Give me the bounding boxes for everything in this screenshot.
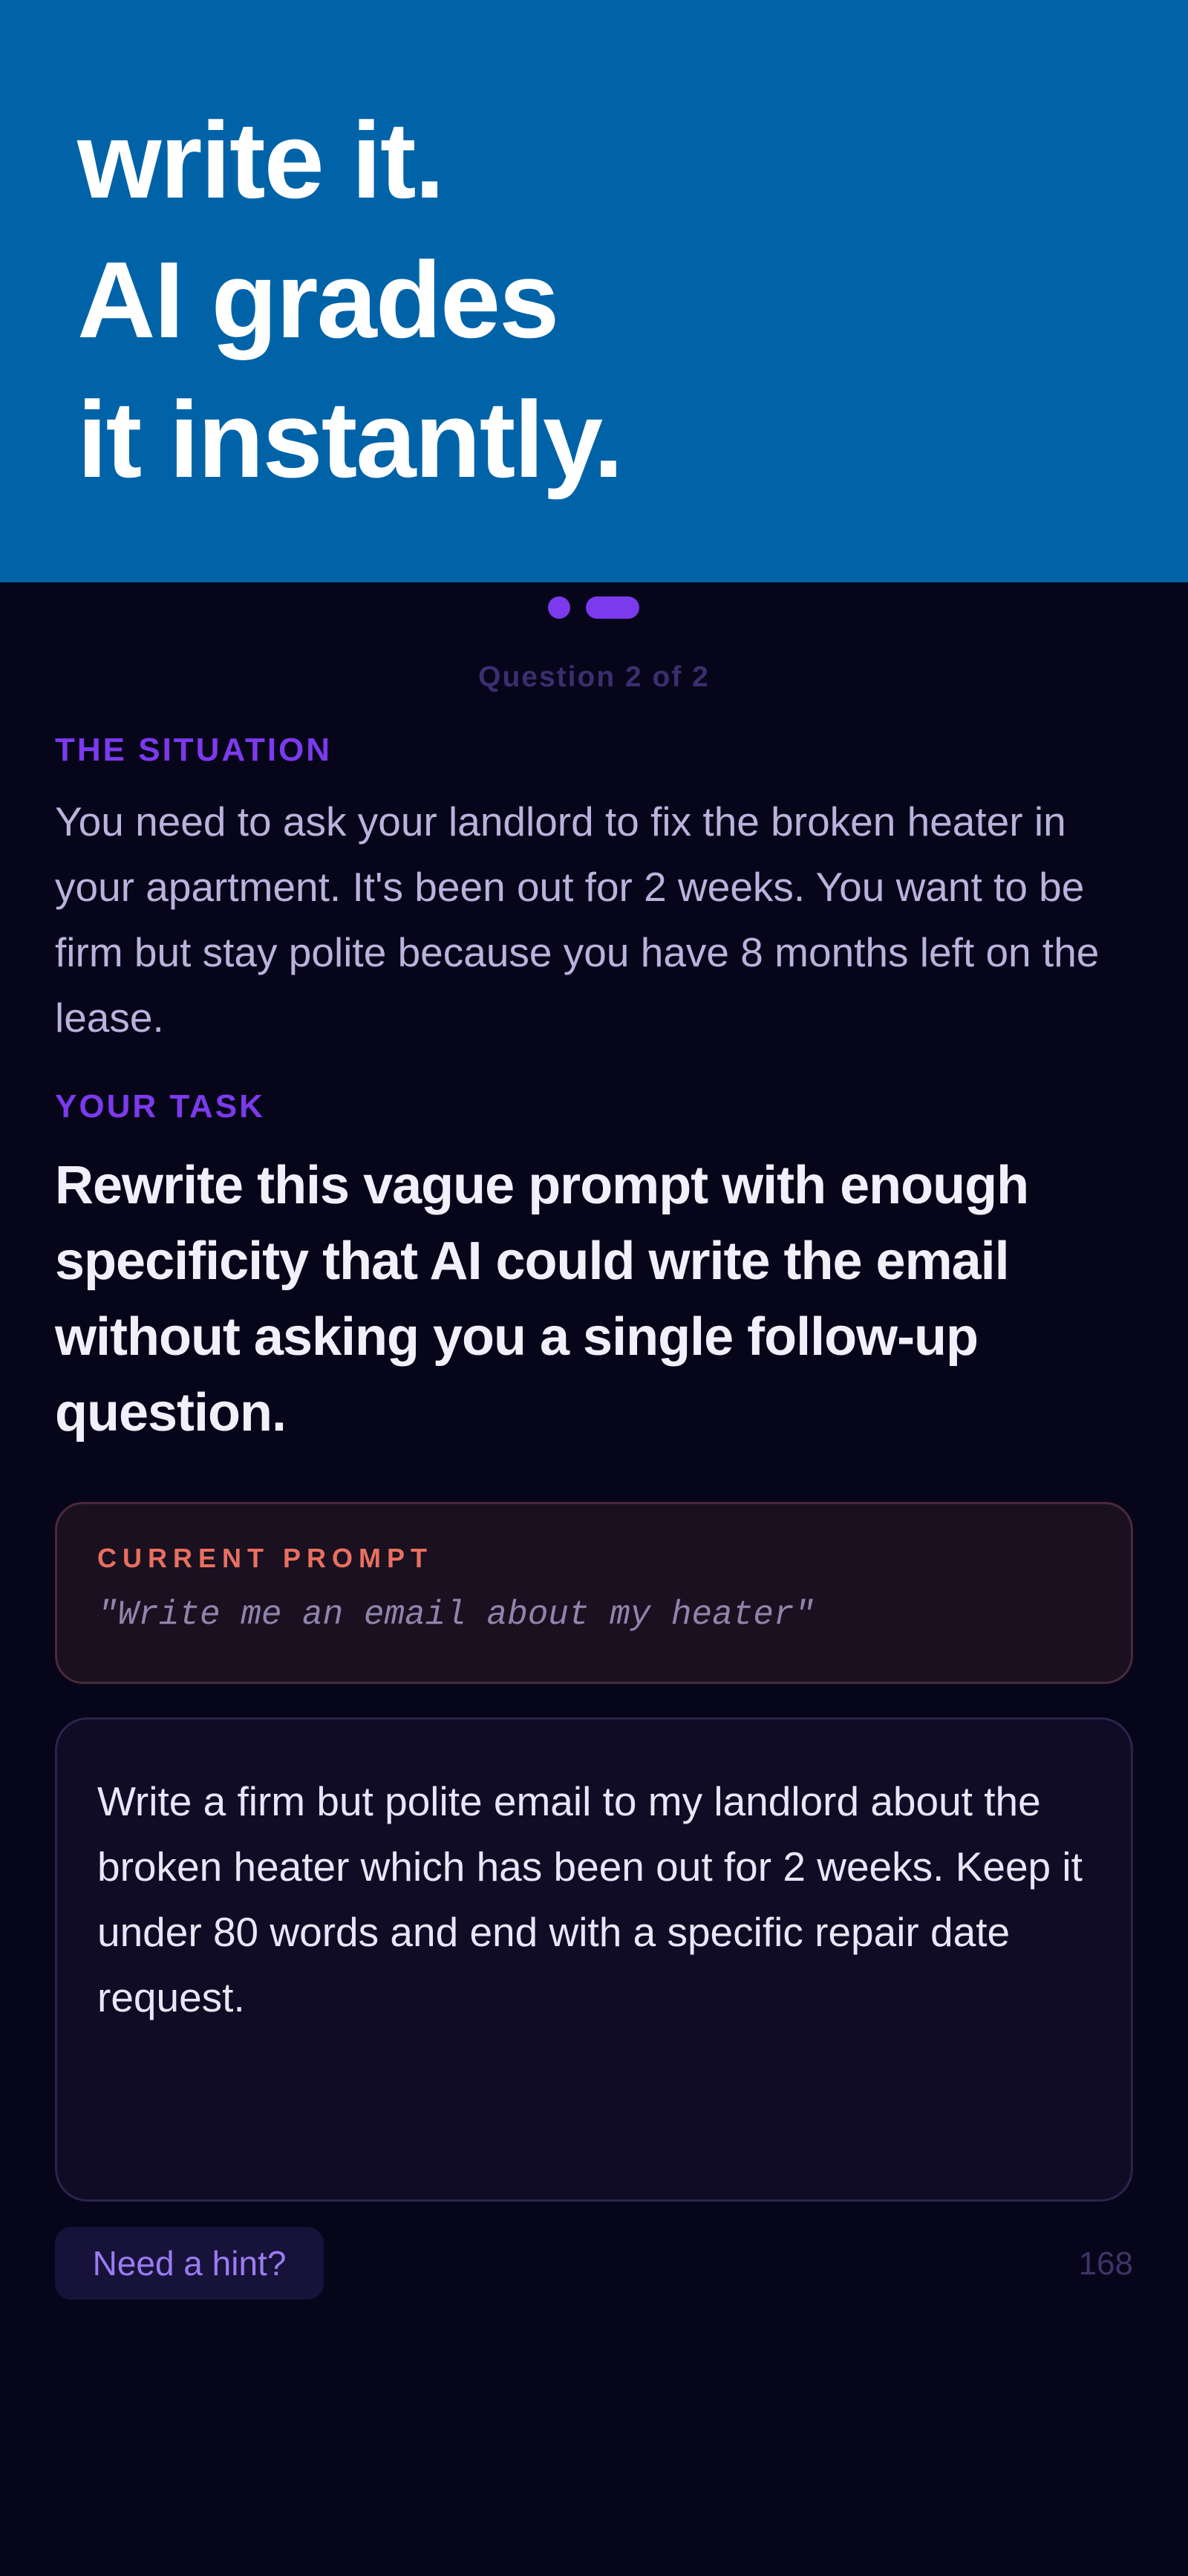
hero-banner: write it. AI grades it instantly. xyxy=(0,0,1188,582)
task-text: Rewrite this vague prompt with enough sp… xyxy=(55,1156,1029,1443)
hero-title-line-2: AI grades xyxy=(77,239,559,360)
answer-textarea[interactable]: Write a firm but polite email to my land… xyxy=(55,1717,1133,2202)
hero-title-line-1: write it. xyxy=(77,100,445,221)
hint-button[interactable]: Need a hint? xyxy=(55,2227,324,2300)
question-counter: Question 2 of 2 xyxy=(478,661,710,693)
current-prompt-card: CURRENT PROMPT "Write me an email about … xyxy=(55,1502,1133,1684)
current-prompt-value: "Write me an email about my heater" xyxy=(97,1596,815,1634)
hero-title-line-3: it instantly. xyxy=(77,379,624,500)
progress-dot-2-active xyxy=(586,596,639,619)
character-count: 168 xyxy=(1078,2245,1133,2282)
answer-text[interactable]: Write a firm but polite email to my land… xyxy=(97,1769,1100,2030)
situation-label: THE SITUATION xyxy=(55,732,333,768)
task-label: YOUR TASK xyxy=(55,1088,265,1125)
progress-dots xyxy=(0,596,1188,619)
progress-dot-1 xyxy=(548,596,570,619)
hero-title: write it. AI grades it instantly. xyxy=(77,91,1117,510)
situation-text: You need to ask your landlord to fix the… xyxy=(55,799,1100,1041)
current-prompt-label: CURRENT PROMPT xyxy=(97,1543,433,1573)
